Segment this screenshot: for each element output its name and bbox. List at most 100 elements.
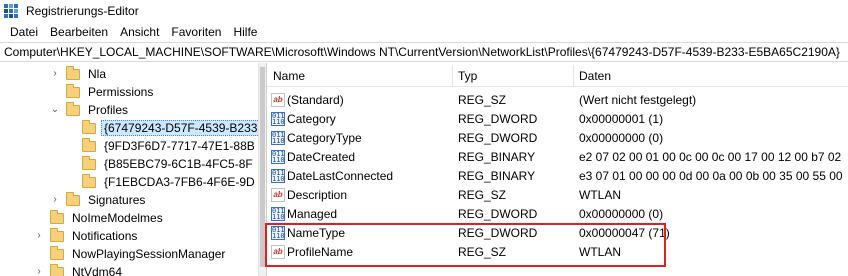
tree-item-notifications[interactable]: › Notifications (34, 227, 140, 245)
highlight-annotation-box (265, 223, 666, 267)
menu-edit[interactable]: Bearbeiten (44, 25, 114, 39)
tree-item-label: Permissions (88, 85, 154, 99)
tree-item-profile-9fd3f6d7[interactable]: {9FD3F6D7-7717-47E1-88B (66, 137, 258, 155)
chevron-right-icon[interactable]: › (50, 69, 60, 79)
tree-item-label: {F1EBCDA3-7FB6-4F6E-9D (104, 175, 255, 189)
folder-icon (50, 263, 64, 276)
value-row-category[interactable]: 011 110 Category REG_DWORD 0x00000001 (1) (267, 110, 848, 129)
column-header-type[interactable]: Typ (458, 69, 477, 83)
tree-item-label: Notifications (72, 229, 138, 243)
folder-icon (50, 245, 64, 260)
folder-icon (66, 191, 80, 206)
window-title: Registrierungs-Editor (26, 4, 139, 18)
value-row-categorytype[interactable]: 011 110 CategoryType REG_DWORD 0x00000000… (267, 129, 848, 148)
value-name: DateLastConnected (287, 169, 394, 183)
value-name: Description (287, 188, 348, 202)
tree-item-nowplayingsessionmanager[interactable]: NowPlayingSessionManager (34, 245, 228, 263)
value-data: e2 07 02 00 01 00 0c 00 0c 00 17 00 12 0… (579, 150, 842, 164)
value-name: DateCreated (287, 150, 356, 164)
tree-item-profile-67479243[interactable]: {67479243-D57F-4539-B233 (66, 119, 258, 137)
value-data: (Wert nicht festgelegt) (579, 93, 697, 107)
value-row-datecreated[interactable]: 011 110 DateCreated REG_BINARY e2 07 02 0… (267, 148, 848, 167)
folder-icon (82, 119, 96, 134)
menu-help[interactable]: Hilfe (227, 25, 263, 39)
tree-item-noimemodelmes[interactable]: NoImeModelmes (34, 209, 166, 227)
tree-item-label: {B85EBC79-6C1B-4FC5-8F (104, 157, 253, 171)
string-value-icon: ab (271, 93, 285, 107)
tree-item-signatures[interactable]: › Signatures (50, 191, 148, 209)
binary-value-icon: 011 110 (271, 150, 285, 164)
folder-open-icon (66, 101, 80, 116)
tree-item-label: {67479243-D57F-4539-B233 (101, 120, 258, 136)
folder-icon (50, 209, 64, 224)
value-name: Managed (287, 207, 338, 221)
binary-value-icon: 011 110 (271, 131, 285, 145)
value-name: (Standard) (287, 93, 344, 107)
binary-value-icon: 011 110 (271, 169, 285, 183)
column-header-name[interactable]: Name (273, 69, 305, 83)
tree-item-label: Profiles (88, 103, 129, 117)
tree-item-label: Nla (88, 67, 107, 81)
folder-icon (50, 227, 64, 242)
folder-icon (66, 65, 80, 80)
chevron-down-icon[interactable]: ⌄ (50, 105, 60, 115)
tree-item-profile-b85ebc79[interactable]: {B85EBC79-6C1B-4FC5-8F (66, 155, 256, 173)
tree-item-profiles[interactable]: ⌄ Profiles (50, 101, 131, 119)
folder-icon (66, 83, 80, 98)
value-type: REG_SZ (458, 93, 507, 107)
chevron-right-icon[interactable]: › (50, 195, 60, 205)
value-type: REG_DWORD (458, 112, 538, 126)
folder-icon (82, 137, 96, 152)
menu-file[interactable]: Datei (4, 25, 44, 39)
value-type: REG_SZ (458, 188, 507, 202)
value-name: CategoryType (287, 131, 362, 145)
column-divider[interactable] (573, 65, 574, 87)
value-row-managed[interactable]: 011 110 Managed REG_DWORD 0x00000000 (0) (267, 205, 848, 224)
tree-item-label: NoImeModelmes (72, 211, 163, 225)
regedit-app-icon (4, 4, 18, 18)
value-row-standard[interactable]: ab (Standard) REG_SZ (Wert nicht festgel… (267, 91, 848, 110)
tree-item-profile-f1ebcda3[interactable]: {F1EBCDA3-7FB6-4F6E-9D (66, 173, 258, 191)
tree-item-label: {9FD3F6D7-7717-47E1-88B (104, 139, 255, 153)
binary-value-icon: 011 110 (271, 207, 285, 221)
binary-value-icon: 011 110 (271, 112, 285, 126)
tree-item-ntvdm64[interactable]: › NtVdm64 (34, 263, 125, 276)
tree-item-label: Signatures (88, 193, 146, 207)
value-type: REG_BINARY (458, 169, 536, 183)
chevron-right-icon[interactable]: › (34, 267, 44, 276)
list-header: Name Typ Daten (267, 65, 848, 87)
tree-item-label: NtVdm64 (72, 265, 123, 276)
tree-item-label: NowPlayingSessionManager (72, 247, 226, 261)
string-value-icon: ab (271, 188, 285, 202)
address-bar[interactable]: Computer\HKEY_LOCAL_MACHINE\SOFTWARE\Mic… (0, 42, 848, 62)
key-tree: › Nla Permissions ⌄ Profiles {67479243-D… (0, 63, 258, 276)
value-type: REG_DWORD (458, 131, 538, 145)
folder-icon (82, 173, 96, 188)
value-data: 0x00000000 (0) (579, 207, 664, 221)
value-data: 0x00000001 (1) (579, 112, 664, 126)
value-type: REG_DWORD (458, 207, 538, 221)
folder-icon (82, 155, 96, 170)
value-name: Category (287, 112, 336, 126)
menu-view[interactable]: Ansicht (114, 25, 165, 39)
value-data: WTLAN (579, 188, 621, 202)
tree-item-permissions[interactable]: Permissions (50, 83, 156, 101)
value-data: e3 07 01 00 00 00 0d 00 0a 00 0b 00 35 0… (579, 169, 843, 183)
menu-favorites[interactable]: Favoriten (165, 25, 227, 39)
value-row-datelastconnected[interactable]: 011 110 DateLastConnected REG_BINARY e3 0… (267, 167, 848, 186)
title-bar: Registrierungs-Editor (0, 0, 848, 22)
value-type: REG_BINARY (458, 150, 536, 164)
value-data: 0x00000000 (0) (579, 131, 664, 145)
tree-item-nla[interactable]: › Nla (50, 65, 109, 83)
chevron-right-icon[interactable]: › (34, 231, 44, 241)
column-divider[interactable] (452, 65, 453, 87)
column-header-data[interactable]: Daten (579, 69, 611, 83)
value-row-description[interactable]: ab Description REG_SZ WTLAN (267, 186, 848, 205)
